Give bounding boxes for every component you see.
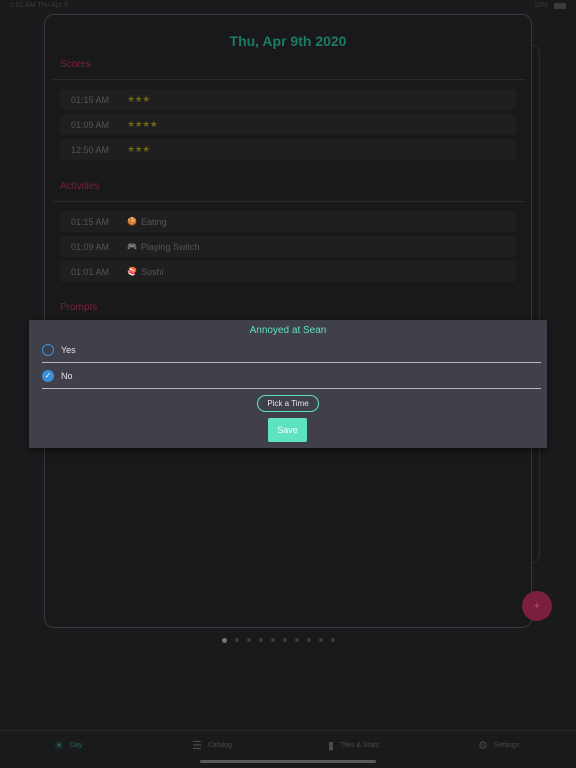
tab-label: Settings bbox=[493, 742, 520, 749]
page-dot[interactable] bbox=[222, 637, 227, 643]
scores-title: Scores bbox=[60, 59, 92, 70]
divider bbox=[53, 79, 525, 80]
score-time: 12:50 AM bbox=[71, 144, 110, 155]
star-rating: ★★★★ bbox=[127, 119, 158, 129]
status-bar: 1:01 AM Thu Apr 9 10% bbox=[0, 0, 576, 12]
activity-row[interactable]: 01:15 AM 🍪 Eating bbox=[60, 211, 516, 232]
option-underline bbox=[42, 388, 541, 389]
radio-unchecked-icon[interactable] bbox=[42, 344, 54, 356]
page-dot[interactable] bbox=[247, 638, 251, 642]
tab-label: Tiles & Stats bbox=[340, 742, 380, 749]
page-indicator[interactable] bbox=[222, 637, 335, 643]
add-entry-button[interactable]: + bbox=[522, 591, 552, 621]
page-dot[interactable] bbox=[307, 638, 311, 642]
page-dot[interactable] bbox=[331, 638, 335, 642]
page-dot[interactable] bbox=[283, 638, 287, 642]
battery-percent: 10% bbox=[533, 2, 548, 9]
option-no[interactable]: ✓ No bbox=[42, 365, 541, 387]
tab-day[interactable]: ☀ Day bbox=[54, 739, 82, 752]
activity-label: Eating bbox=[141, 216, 167, 227]
score-time: 01:15 AM bbox=[71, 94, 110, 105]
checkmark-icon: ✓ bbox=[44, 371, 52, 380]
star-rating: ★★★ bbox=[127, 94, 150, 104]
sushi-icon: 🍣 bbox=[127, 267, 137, 276]
activity-row[interactable]: 01:01 AM 🍣 Sushi bbox=[60, 261, 516, 282]
tab-catalog[interactable]: ☰ Catalog bbox=[192, 739, 232, 752]
page-dot[interactable] bbox=[295, 638, 299, 642]
page-dot[interactable] bbox=[235, 638, 239, 642]
prompts-title: Prompts bbox=[60, 302, 98, 313]
activity-time: 01:09 AM bbox=[71, 241, 110, 252]
status-indicators: 10% bbox=[534, 2, 566, 9]
gear-icon: ⚙ bbox=[478, 740, 488, 752]
save-button[interactable]: Save bbox=[268, 418, 307, 442]
radio-checked-icon[interactable]: ✓ bbox=[42, 370, 54, 382]
score-row[interactable]: 12:50 AM ★★★ bbox=[60, 139, 516, 160]
option-label: No bbox=[61, 371, 73, 381]
tab-tiles-stats[interactable]: ▮ Tiles & Stats bbox=[328, 739, 379, 752]
page-dot[interactable] bbox=[271, 638, 275, 642]
score-time: 01:09 AM bbox=[71, 119, 110, 130]
pick-time-button[interactable]: Pick a Time bbox=[257, 395, 319, 412]
game-controller-icon: 🎮 bbox=[127, 242, 137, 251]
bar-chart-icon: ▮ bbox=[328, 740, 335, 752]
cookie-icon: 🍪 bbox=[127, 217, 137, 226]
activity-time: 01:15 AM bbox=[71, 216, 110, 227]
score-row[interactable]: 01:15 AM ★★★ bbox=[60, 89, 516, 110]
list-icon: ☰ bbox=[192, 740, 202, 752]
score-row[interactable]: 01:09 AM ★★★★ bbox=[60, 114, 516, 135]
activity-time: 01:01 AM bbox=[71, 266, 110, 277]
tab-label: Day bbox=[69, 742, 83, 749]
activities-title: Activities bbox=[60, 181, 100, 192]
divider bbox=[53, 201, 525, 202]
activity-row[interactable]: 01:09 AM 🎮 Playing Switch bbox=[60, 236, 516, 257]
option-underline bbox=[42, 362, 541, 363]
status-time: 1:01 AM Thu Apr 9 bbox=[10, 2, 68, 9]
star-rating: ★★★ bbox=[127, 144, 150, 154]
modal-title: Annoyed at Sean bbox=[249, 325, 327, 336]
page-dot[interactable] bbox=[259, 638, 263, 642]
sun-icon: ☀ bbox=[54, 740, 64, 752]
prompt-modal: Annoyed at Sean Yes ✓ No Pick a Time Sav… bbox=[29, 320, 547, 448]
tab-settings[interactable]: ⚙ Settings bbox=[478, 739, 519, 752]
activity-label: Sushi bbox=[141, 266, 164, 277]
option-yes[interactable]: Yes bbox=[42, 339, 541, 361]
page-dot[interactable] bbox=[319, 638, 323, 642]
activity-label: Playing Switch bbox=[141, 241, 200, 252]
option-label: Yes bbox=[61, 345, 76, 355]
tab-label: Catalog bbox=[207, 742, 233, 749]
home-indicator[interactable] bbox=[200, 760, 376, 763]
battery-icon bbox=[554, 2, 566, 9]
day-date: Thu, Apr 9th 2020 bbox=[229, 33, 347, 49]
